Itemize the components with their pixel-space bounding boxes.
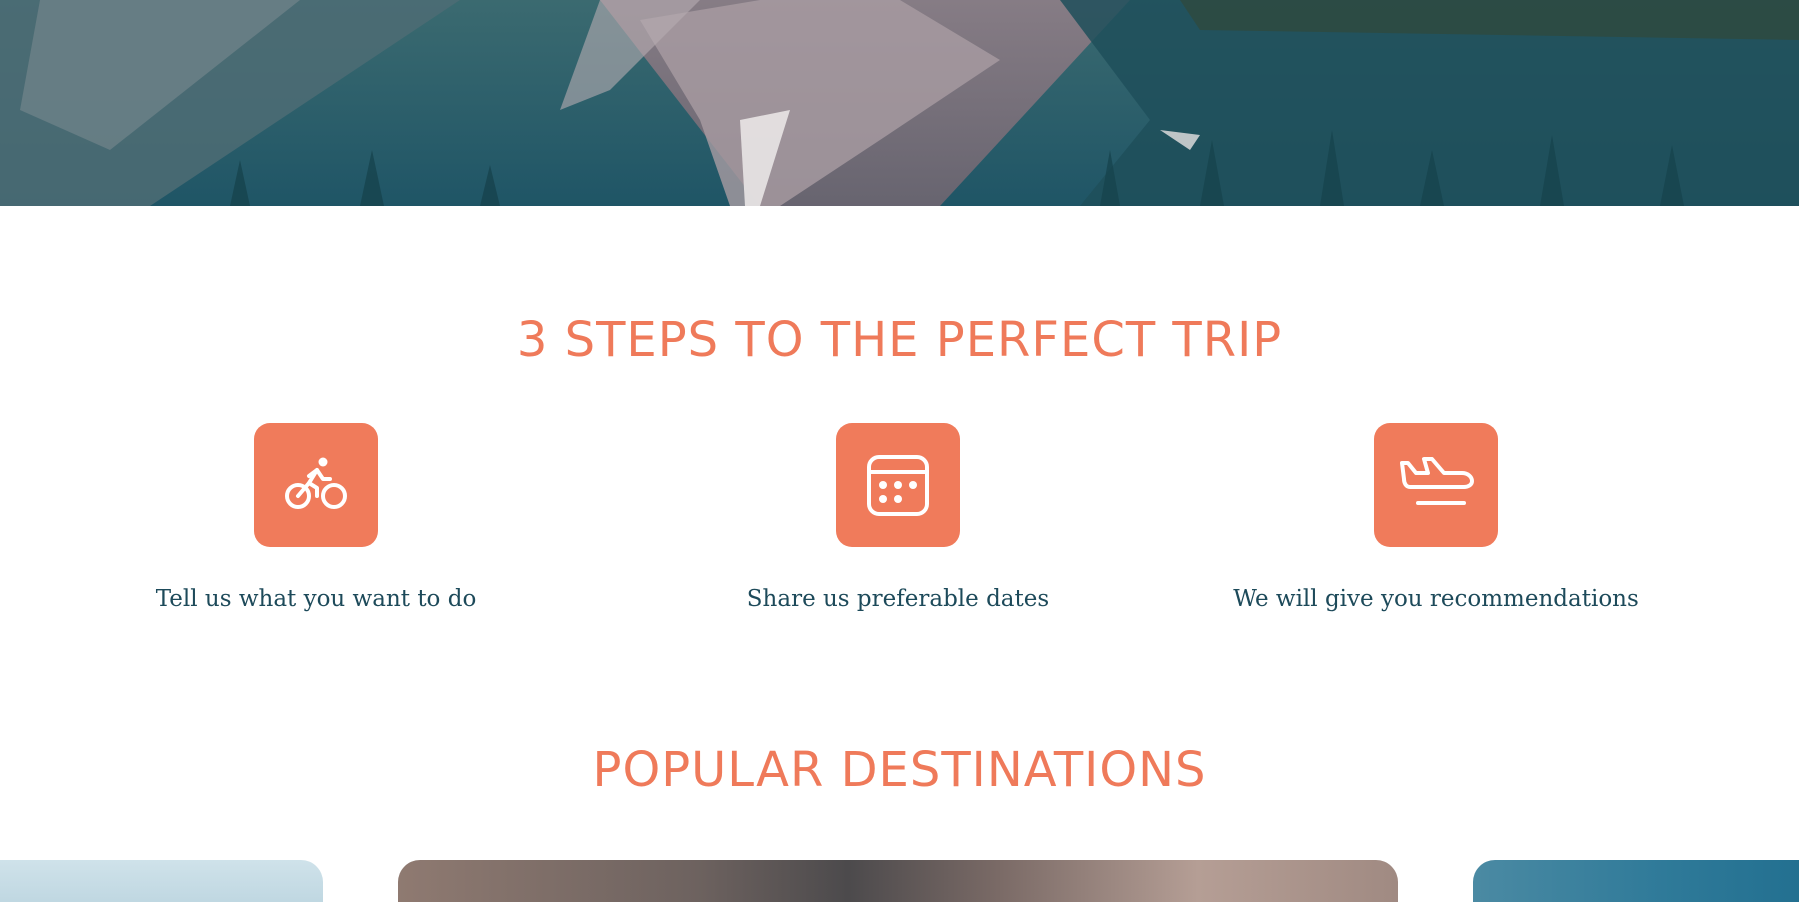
step-label: Tell us what you want to do [155, 586, 477, 612]
steps-section-title: 3 STEPS TO THE PERFECT TRIP [516, 312, 1283, 368]
step-label: Share us preferable dates [746, 586, 1050, 612]
bicycle-rider-icon [254, 423, 378, 547]
airplane-landing-icon [1374, 423, 1498, 547]
destination-card[interactable] [1473, 860, 1799, 902]
step-item-2: Share us preferable dates [688, 423, 1108, 614]
hero-image [0, 0, 1799, 206]
page: 3 STEPS TO THE PERFECT TRIP Tell us what… [0, 0, 1799, 902]
step-item-3: We will give you recommendations [1226, 423, 1646, 614]
step-item-1: Tell us what you want to do [106, 423, 526, 614]
destinations-section-title: POPULAR DESTINATIONS [592, 742, 1207, 798]
step-label: We will give you recommendations [1233, 586, 1639, 612]
destination-card[interactable] [0, 860, 323, 902]
destination-card[interactable] [398, 860, 1398, 902]
calendar-icon [836, 423, 960, 547]
